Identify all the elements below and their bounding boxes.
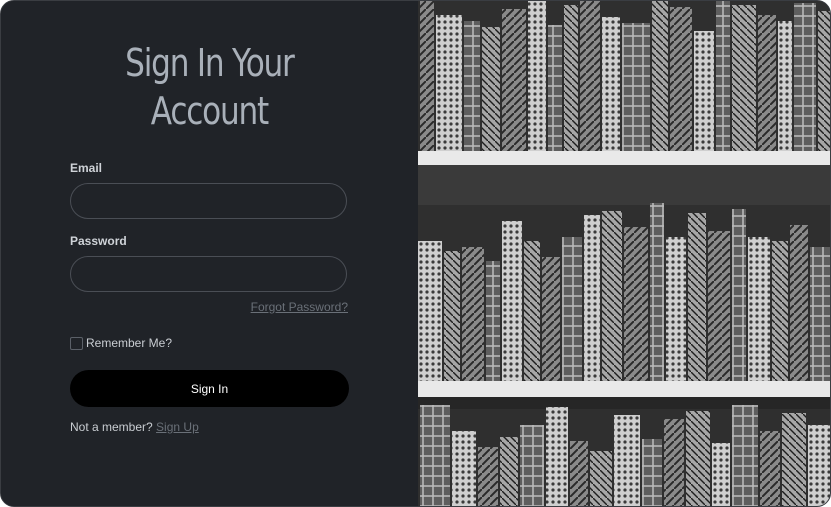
forgot-password-link[interactable]: Forgot Password? — [251, 300, 348, 314]
sign-up-link[interactable]: Sign Up — [156, 420, 199, 434]
signup-prompt: Not a member? Sign Up — [70, 420, 199, 434]
password-label: Password — [70, 234, 127, 248]
bookshelf-photo — [418, 1, 830, 506]
email-field[interactable] — [70, 183, 347, 219]
password-field[interactable] — [70, 256, 347, 292]
signin-card: Sign In Your Account Email Password Forg… — [0, 0, 831, 507]
signin-panel: Sign In Your Account Email Password Forg… — [1, 1, 418, 506]
title-line-1: Sign In Your — [125, 41, 295, 85]
remember-me[interactable]: Remember Me? — [70, 336, 172, 350]
remember-label[interactable]: Remember Me? — [86, 336, 172, 350]
remember-checkbox[interactable] — [70, 336, 83, 350]
bookshelf-image — [418, 1, 830, 506]
sign-in-button[interactable]: Sign In — [70, 370, 349, 407]
title-line-2: Account — [150, 89, 269, 133]
email-label: Email — [70, 161, 103, 175]
page-title: Sign In Your Account — [38, 39, 380, 135]
not-member-text: Not a member? — [70, 420, 153, 434]
